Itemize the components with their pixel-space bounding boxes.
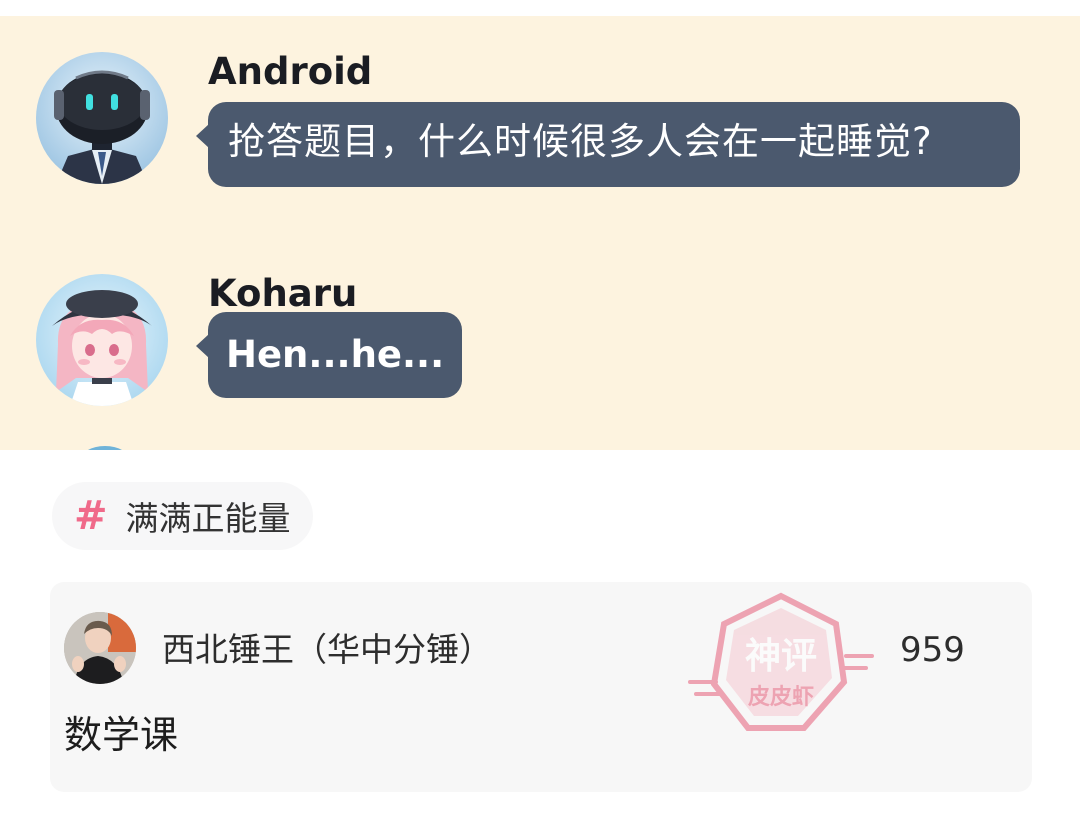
partial-avatar-icon — [80, 446, 130, 450]
topic-tag[interactable]: # 满满正能量 — [52, 482, 313, 550]
hashtag-icon: # — [74, 493, 108, 539]
post-page: Android 抢答题目，什么时候很多人会在一起睡觉? Koharu Hen..… — [0, 0, 1080, 820]
koharu-avatar-icon — [36, 274, 168, 406]
message-bubble: Hen...he... — [195, 312, 463, 398]
message-sender: Android — [208, 50, 373, 93]
featured-comment[interactable]: 西北锤王（华中分锤） 神评 皮皮虾 959 数学课 — [50, 582, 1032, 792]
topic-label: 满满正能量 — [125, 499, 291, 538]
chat-screenshot[interactable]: Android 抢答题目，什么时候很多人会在一起睡觉? Koharu Hen..… — [0, 16, 1080, 450]
commenter-name[interactable]: 西北锤王（华中分锤） — [162, 630, 492, 670]
stamp-line2: 皮皮虾 — [748, 684, 814, 710]
message-sender: Koharu — [208, 272, 358, 315]
user-avatar-icon[interactable] — [64, 612, 136, 684]
like-count[interactable]: 959 — [900, 630, 965, 670]
stamp-line1: 神评 — [745, 636, 817, 677]
message-bubble: 抢答题目，什么时候很多人会在一起睡觉? — [196, 102, 1020, 187]
featured-comment-stamp-icon: 神评 皮皮虾 — [688, 592, 874, 731]
comment-text: 数学课 — [64, 713, 179, 757]
android-avatar-icon — [36, 52, 168, 184]
